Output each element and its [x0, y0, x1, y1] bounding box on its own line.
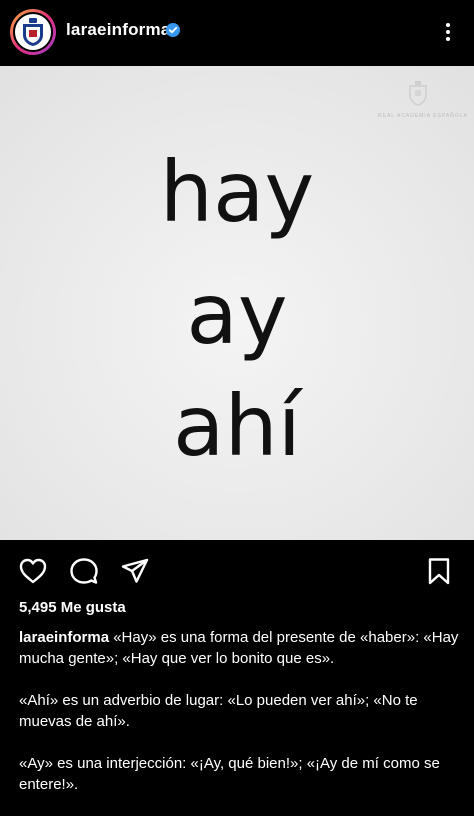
post-header: laraeinforma: [0, 0, 474, 66]
rae-crest-icon: [13, 12, 53, 52]
caption-paragraph-1: laraeinforma «Hay» es una forma del pres…: [19, 627, 459, 669]
logo-text: REAL ACADEMIA ESPAÑOLA: [378, 113, 468, 119]
word-hay: hay: [159, 143, 315, 241]
caption-paragraph-2: «Ahí» es un adverbio de lugar: «Lo puede…: [19, 692, 418, 730]
verified-badge-icon: [166, 23, 180, 37]
caption-username[interactable]: laraeinforma: [19, 629, 109, 646]
likes-count[interactable]: 5,495 Me gusta: [19, 599, 126, 616]
word-ahi: ahí: [172, 377, 302, 475]
caption-paragraph-3: «Ay» es una interjección: «¡Ay, qué bien…: [19, 755, 440, 793]
heart-icon[interactable]: [18, 556, 48, 586]
word-ay: ay: [186, 265, 288, 363]
username[interactable]: laraeinforma: [66, 20, 170, 40]
send-icon[interactable]: [120, 556, 150, 586]
rae-crest-icon: REAL ACADEMIA ESPAÑOLA: [378, 80, 468, 119]
action-bar: [0, 548, 474, 590]
avatar[interactable]: [10, 9, 56, 55]
more-vertical-icon[interactable]: [438, 22, 458, 42]
post-image[interactable]: REAL ACADEMIA ESPAÑOLA hay ay ahí: [0, 66, 474, 540]
comment-icon[interactable]: [69, 556, 99, 586]
caption: laraeinforma «Hay» es una forma del pres…: [19, 627, 459, 816]
bookmark-icon[interactable]: [424, 556, 454, 586]
